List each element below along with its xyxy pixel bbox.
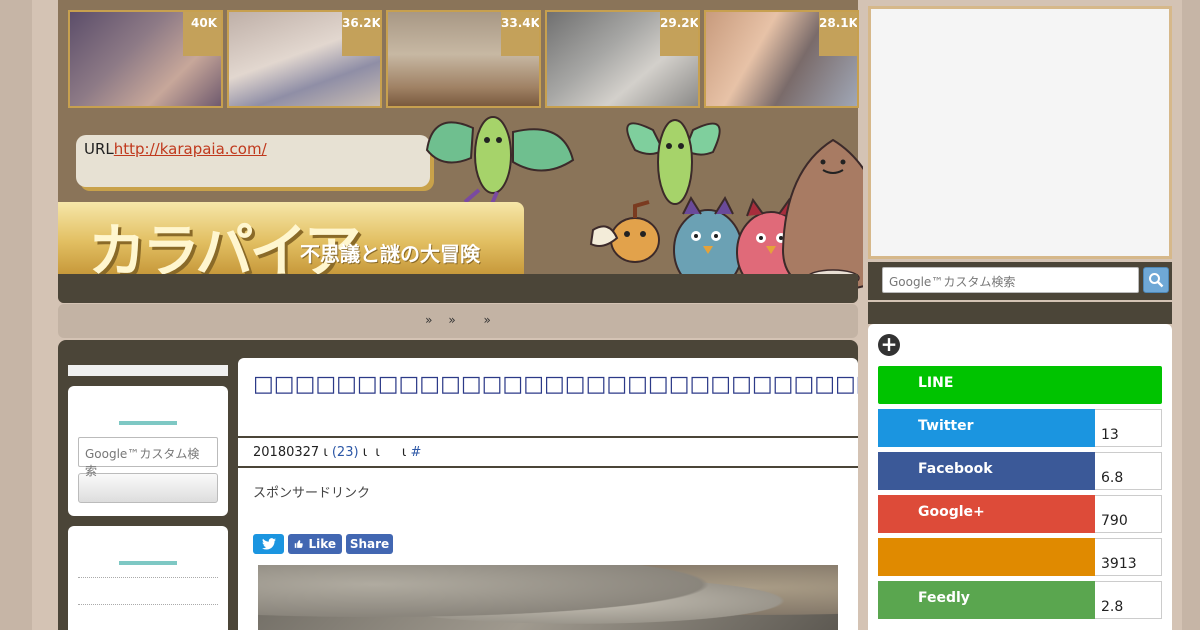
url-speech-bubble: URLhttp://karapaia.com/ <box>76 135 430 187</box>
share-line-hatena[interactable]: 3913 <box>878 538 1162 576</box>
share-line-feedly[interactable]: Feedly 2.8 <box>878 581 1162 619</box>
list-divider <box>78 604 218 605</box>
view-count-badge: 33.4K <box>501 12 539 56</box>
breadcrumb-separator[interactable]: » <box>484 313 491 327</box>
facebook-like-button[interactable]: Like <box>288 534 342 554</box>
article: □□□□□□□□□□□□□□□□□□□□□□□□□□□□□□□□□□□□□□□□… <box>238 358 858 630</box>
breadcrumb-separator[interactable]: » <box>448 313 455 327</box>
right-sidebar-strip <box>868 302 1172 324</box>
article-hero-image <box>258 565 838 630</box>
facebook-share-label: Facebook <box>878 452 1095 490</box>
share-line-googleplus[interactable]: Google+ 790 <box>878 495 1162 533</box>
sponsored-link-label: スポンサードリンク <box>253 486 371 501</box>
left-search-widget: Google™カスタム検索 <box>68 386 228 516</box>
logo-banner[interactable]: カラパイア 不思議と謎の大冒険 <box>58 202 524 285</box>
popular-thumbnail[interactable]: 29.2K <box>545 10 700 108</box>
like-label: Like <box>308 537 336 551</box>
feedly-share-count: 2.8 <box>1095 581 1162 619</box>
popular-thumbnail[interactable]: 28.1K <box>704 10 859 108</box>
article-title[interactable]: □□□□□□□□□□□□□□□□□□□□□□□□□□□□□□□□□□□□□□□□… <box>238 358 858 438</box>
right-search-bar: Google™カスタム検索 <box>868 262 1172 300</box>
butterfly-mascot-large-icon <box>626 119 721 205</box>
search-icon <box>1149 273 1164 288</box>
left-search-button[interactable] <box>78 473 218 503</box>
breadcrumb-separator[interactable]: » <box>425 313 432 327</box>
feedly-share-label: Feedly <box>878 581 1095 619</box>
orange-share-count: 3913 <box>1095 538 1162 576</box>
facebook-share-button[interactable]: Share <box>346 534 393 554</box>
orange-share-label <box>878 538 1095 576</box>
brown-blob-mascot-icon <box>781 138 863 292</box>
share-line-facebook[interactable]: Facebook 6.8 <box>878 452 1162 490</box>
line-share-label: LINE <box>878 366 1162 404</box>
share-line-twitter[interactable]: Twitter 13 <box>878 409 1162 447</box>
article-date: 20180327 <box>253 445 320 460</box>
view-count-badge: 29.2K <box>660 12 698 56</box>
share-line-line[interactable]: LINE <box>878 366 1162 404</box>
butterfly-mascot-small-icon <box>425 116 575 207</box>
view-count-badge: 28.1K <box>819 12 857 56</box>
article-meta: 20180327 ι (23) ι ι ι # <box>238 438 858 468</box>
meta-separator: ι <box>401 445 407 460</box>
facebook-share-count: 6.8 <box>1095 452 1162 490</box>
site-tagline: 不思議と謎の大冒険 <box>300 242 480 266</box>
advertisement-box[interactable] <box>868 6 1172 259</box>
site-url-link[interactable]: http://karapaia.com/ <box>114 140 267 158</box>
breadcrumb: » » » <box>58 304 858 338</box>
popular-thumbnails: 40K 36.2K 33.4K 29.2K 28.1K <box>68 10 859 108</box>
meta-separator: ι ι <box>362 445 380 460</box>
comment-count-link[interactable]: (23) <box>332 445 359 460</box>
url-label: URL <box>84 140 114 158</box>
list-divider <box>78 577 218 578</box>
hashtag-link[interactable]: # <box>410 445 421 460</box>
share-count-panel: + LINE Twitter 13 Facebook 6.8 Google+ 7… <box>868 324 1172 630</box>
popular-thumbnail[interactable]: 36.2K <box>227 10 382 108</box>
view-count-badge: 36.2K <box>342 12 380 56</box>
widget-heading-bar <box>119 561 177 565</box>
popular-thumbnail[interactable]: 33.4K <box>386 10 541 108</box>
twitter-bird-icon <box>261 538 276 550</box>
googleplus-share-label: Google+ <box>878 495 1095 533</box>
left-column-topbar <box>68 365 228 376</box>
header-bottom-strip <box>58 274 858 303</box>
widget-heading-bar <box>119 421 177 425</box>
site-header: 40K 36.2K 33.4K 29.2K 28.1K URLhttp://ka… <box>58 0 863 303</box>
popular-thumbnail[interactable]: 40K <box>68 10 223 108</box>
twitter-share-label: Twitter <box>878 409 1095 447</box>
orange-bird-mascot-icon <box>589 200 660 263</box>
meta-separator: ι <box>323 445 328 460</box>
article-share-buttons: Like Share <box>253 534 393 554</box>
search-button[interactable] <box>1143 267 1169 293</box>
left-search-input[interactable]: Google™カスタム検索 <box>78 437 218 478</box>
googleplus-share-count: 790 <box>1095 495 1162 533</box>
view-count-badge: 40K <box>183 12 221 56</box>
tweet-button[interactable] <box>253 534 284 554</box>
left-list-widget <box>68 526 228 630</box>
google-search-input[interactable]: Google™カスタム検索 <box>882 267 1139 293</box>
twitter-share-count: 13 <box>1095 409 1162 447</box>
thumbs-up-icon <box>294 540 303 548</box>
plus-icon[interactable]: + <box>878 334 900 356</box>
